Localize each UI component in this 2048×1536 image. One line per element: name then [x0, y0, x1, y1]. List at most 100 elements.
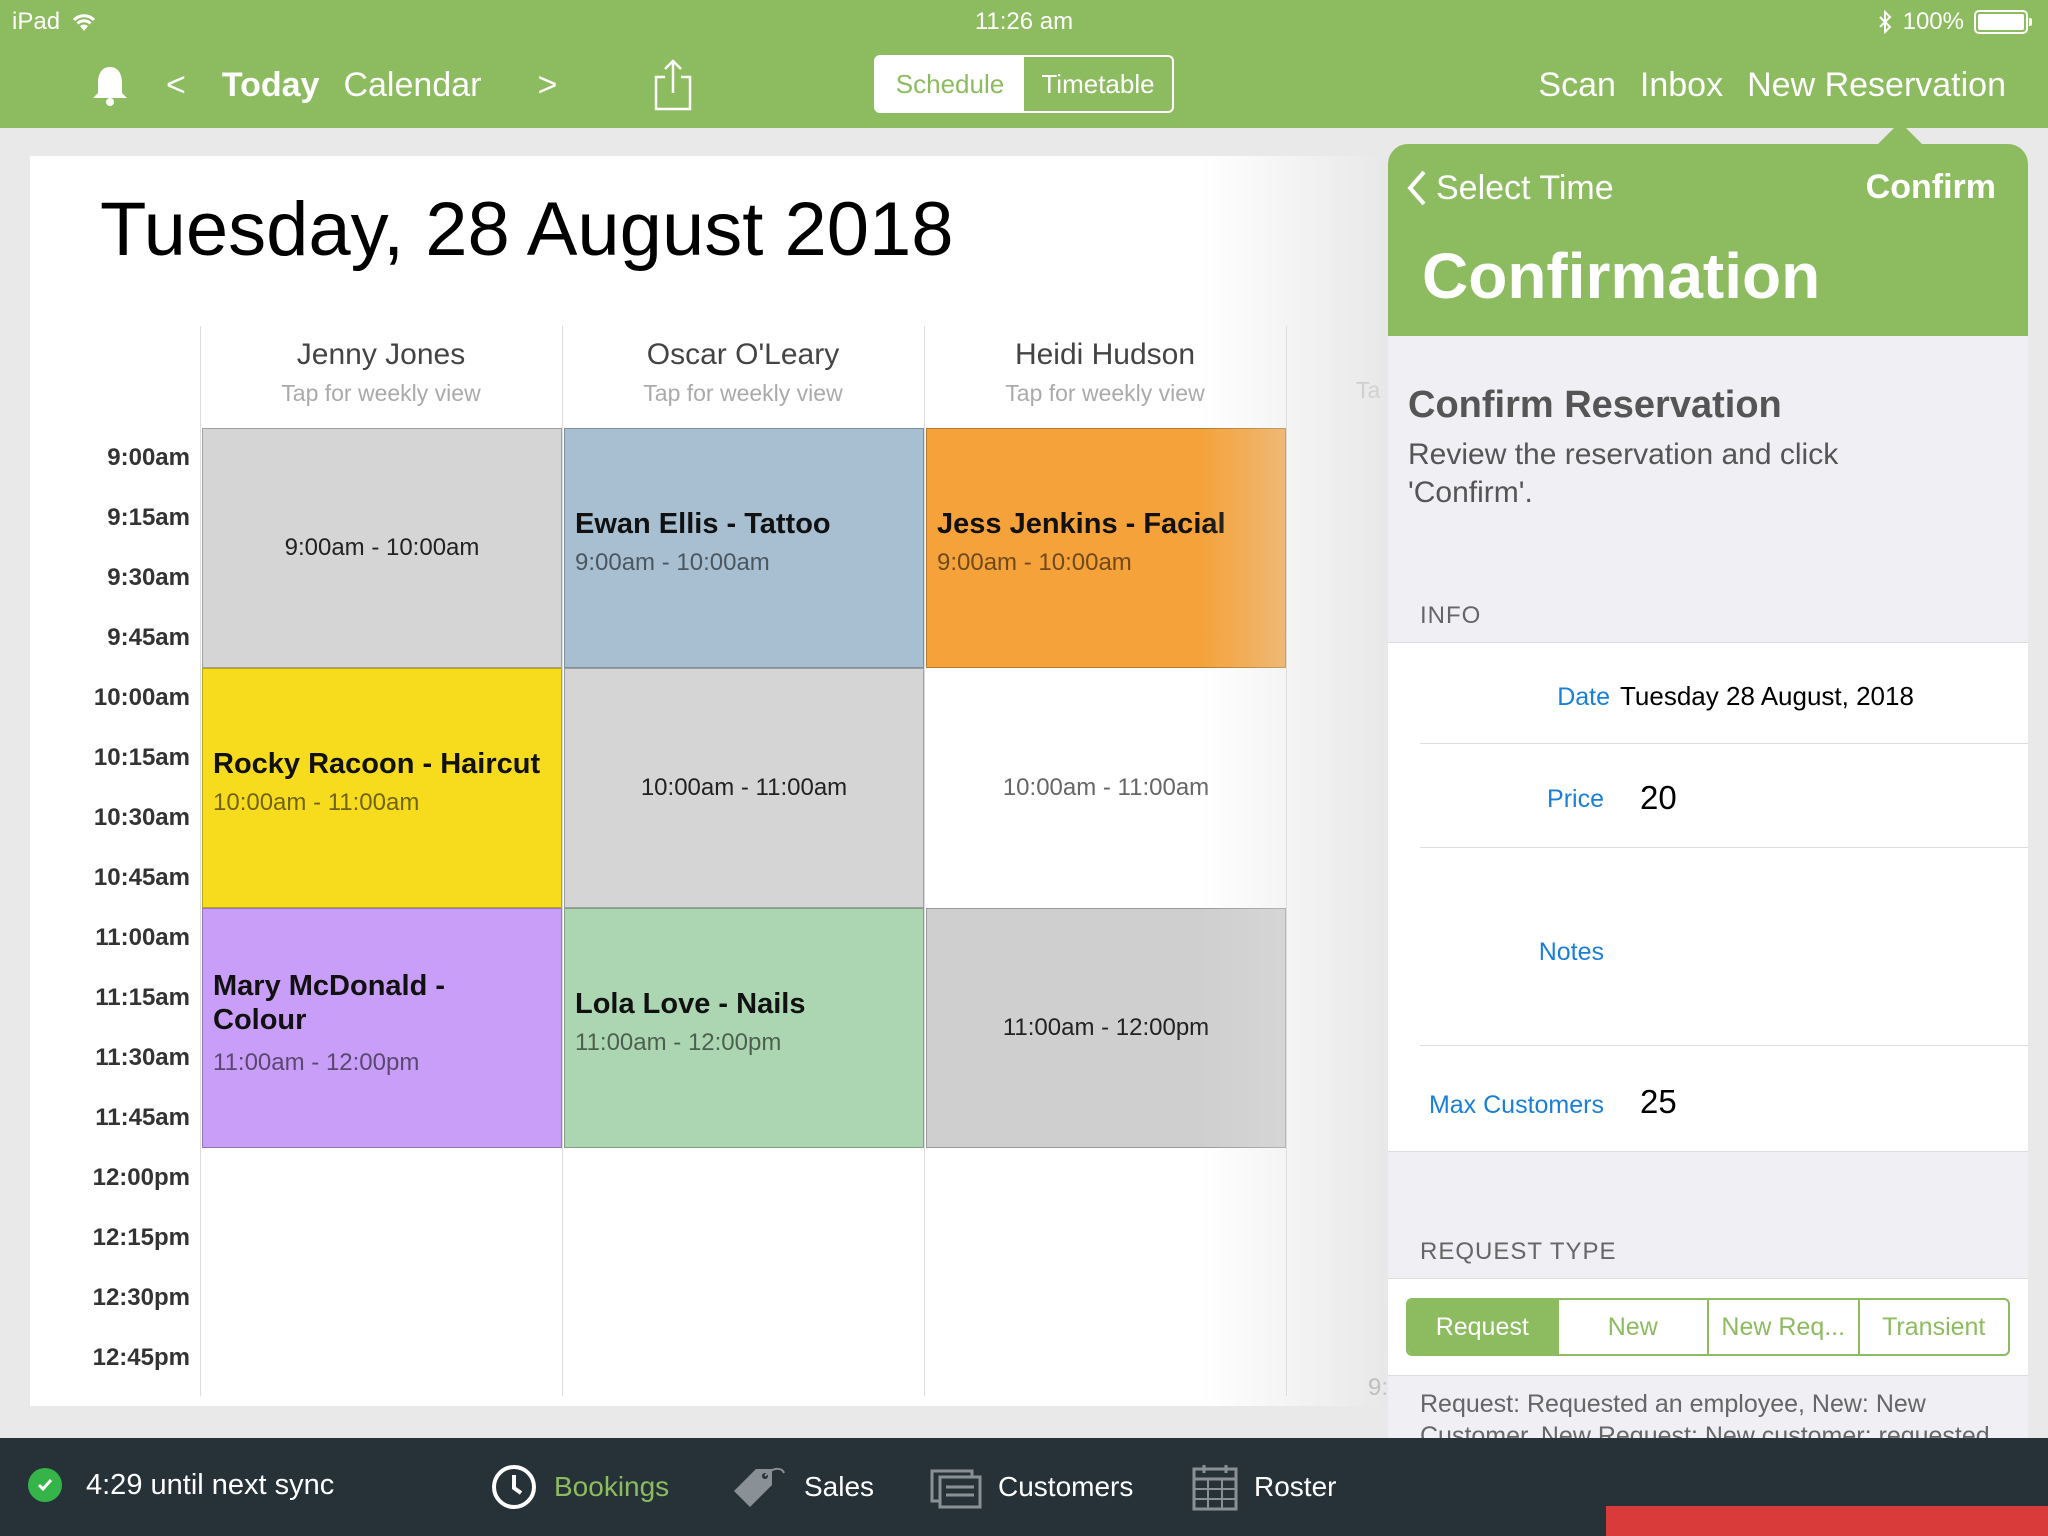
customers-icon	[930, 1469, 982, 1509]
booking-mary-mcdonald[interactable]: Mary McDonald - Colour 11:00am - 12:00pm	[202, 908, 562, 1148]
weekly-view-hint: Tap for weekly view	[1005, 380, 1205, 406]
employee-name: Jenny Jones	[296, 338, 466, 371]
booking-time: 11:00am - 12:00pm	[213, 1049, 420, 1076]
date-value[interactable]: Tuesday 28 August, 2018	[1620, 681, 1914, 712]
request-type-section-label: REQUEST TYPE	[1420, 1238, 1617, 1265]
clock-icon	[492, 1465, 536, 1509]
employee-name: Heidi Hudson	[1014, 338, 1196, 371]
time-label: 11:00am	[95, 924, 190, 951]
tab-bookings[interactable]: Bookings	[490, 1456, 669, 1518]
next-day-button[interactable]: >	[525, 66, 569, 105]
tab-roster[interactable]: Roster	[1192, 1456, 1336, 1518]
booking-ewan-ellis[interactable]: Ewan Ellis - Tattoo 9:00am - 10:00am	[564, 428, 924, 668]
page-title: Tuesday, 28 August 2018	[100, 187, 954, 272]
time-label: 9:30am	[107, 564, 190, 591]
timetable-tab[interactable]: Timetable	[1024, 57, 1172, 111]
column-header-jenny-jones[interactable]: Jenny Jones Tap for weekly view	[201, 326, 561, 426]
booking-time: 10:00am - 11:00am	[213, 789, 420, 816]
slot-time: 10:00am - 11:00am	[640, 774, 848, 801]
alert-strip	[1606, 1506, 2048, 1536]
request-type-request[interactable]: Request	[1408, 1300, 1559, 1354]
booking-title: Rocky Racoon - Haircut	[213, 748, 541, 780]
request-type-transient[interactable]: Transient	[1860, 1300, 2009, 1354]
toolbar-right: Scan Inbox New Reservation	[1538, 50, 2006, 120]
time-label: 12:15pm	[92, 1224, 190, 1251]
divider	[1420, 1045, 2028, 1046]
sync-status: 4:29 until next sync	[28, 1468, 334, 1502]
confirmation-popover: Select Time Confirm Confirmation Confirm…	[1388, 144, 2028, 1516]
column-divider	[1286, 326, 1287, 1396]
notes-label: Notes	[1538, 938, 1604, 966]
slot-time: 11:00am - 12:00pm	[1002, 1014, 1210, 1041]
time-label: 9:15am	[107, 504, 190, 531]
popover-arrow	[1876, 122, 1924, 146]
column-header-heidi-hudson[interactable]: Heidi Hudson Tap for weekly view	[925, 326, 1285, 426]
booking-time: 9:00am - 10:00am	[937, 549, 1132, 576]
max-customers-field[interactable]: 25	[1640, 1083, 1677, 1121]
slot-heidi-10am[interactable]: 10:00am - 11:00am	[926, 668, 1286, 908]
popover-header: Select Time Confirm Confirmation	[1388, 144, 2028, 336]
bottom-peek: 9:	[1368, 1374, 1389, 1401]
tab-sales[interactable]: Sales	[730, 1456, 874, 1518]
status-time: 11:26 am	[974, 8, 1074, 35]
bell-icon[interactable]	[90, 63, 130, 107]
booking-lola-love[interactable]: Lola Love - Nails 11:00am - 12:00pm	[564, 908, 924, 1148]
popover-title: Confirmation	[1422, 240, 1821, 312]
time-label: 11:30am	[95, 1044, 190, 1071]
price-field[interactable]: 20	[1640, 779, 1677, 817]
employee-name: Oscar O'Leary	[646, 338, 840, 371]
slot-jenny-9am[interactable]: 9:00am - 10:00am	[202, 428, 562, 668]
confirm-button[interactable]: Confirm	[1866, 168, 1996, 207]
scan-button[interactable]: Scan	[1538, 66, 1616, 105]
column-header-oscar-oleary[interactable]: Oscar O'Leary Tap for weekly view	[563, 326, 923, 426]
booking-time: 11:00am - 12:00pm	[575, 1029, 782, 1056]
weekly-view-hint: Tap for weekly view	[643, 380, 843, 406]
calendar-button[interactable]: Calendar	[343, 66, 481, 105]
booking-title: Lola Love - Nails	[575, 988, 806, 1020]
top-bar: iPad 11:26 am 100% < Today Calendar > Sc…	[0, 0, 2048, 128]
slot-heidi-11am[interactable]: 11:00am - 12:00pm	[926, 908, 1286, 1148]
slot-oscar-10am[interactable]: 10:00am - 11:00am	[564, 668, 924, 908]
back-button[interactable]: Select Time	[1406, 168, 1614, 208]
time-label: 10:45am	[93, 864, 190, 891]
next-column-peek: Ta	[1356, 377, 1381, 403]
sync-text: 4:29 until next sync	[86, 1468, 335, 1501]
tab-label: Sales	[804, 1471, 875, 1502]
toolbar-left: < Today Calendar >	[90, 50, 693, 120]
section-description: Review the reservation and click 'Confir…	[1408, 438, 1839, 509]
inbox-button[interactable]: Inbox	[1640, 66, 1723, 105]
booking-title: Ewan Ellis - Tattoo	[575, 508, 831, 540]
section-heading: Confirm Reservation	[1408, 384, 1782, 426]
time-label: 12:00pm	[92, 1164, 190, 1191]
booking-title: Mary McDonald - Colour	[213, 970, 446, 1036]
divider	[1420, 743, 2028, 744]
booking-title: Jess Jenkins - Facial	[937, 508, 1226, 540]
tab-label: Customers	[998, 1471, 1134, 1502]
booking-rocky-racoon[interactable]: Rocky Racoon - Haircut 10:00am - 11:00am	[202, 668, 562, 908]
column-divider	[924, 326, 925, 1396]
request-type-new-request[interactable]: New Req...	[1709, 1300, 1860, 1354]
chevron-left-icon	[1407, 170, 1426, 206]
time-label: 12:30pm	[92, 1284, 190, 1311]
battery-icon	[1974, 10, 2032, 34]
schedule-tab[interactable]: Schedule	[876, 57, 1024, 111]
tab-label: Roster	[1254, 1471, 1337, 1502]
time-label: 10:00am	[93, 684, 190, 711]
booking-jess-jenkins[interactable]: Jess Jenkins - Facial 9:00am - 10:00am	[926, 428, 1286, 668]
check-icon	[28, 1468, 62, 1502]
time-label: 10:15am	[93, 744, 190, 771]
request-type-new[interactable]: New	[1559, 1300, 1709, 1354]
slot-time: 10:00am - 11:00am	[1002, 774, 1210, 801]
status-right: 100%	[1877, 4, 2032, 40]
column-divider	[200, 326, 201, 1396]
bluetooth-icon	[1878, 10, 1892, 34]
notes-field[interactable]	[1640, 853, 2000, 1043]
share-icon[interactable]	[653, 59, 693, 111]
booking-time: 9:00am - 10:00am	[575, 549, 770, 576]
prev-day-button[interactable]: <	[154, 66, 198, 105]
divider	[1420, 847, 2028, 848]
new-reservation-button[interactable]: New Reservation	[1747, 66, 2006, 105]
today-button[interactable]: Today	[222, 66, 320, 105]
tab-customers[interactable]: Customers	[930, 1456, 1133, 1518]
time-label: 11:15am	[95, 984, 190, 1011]
